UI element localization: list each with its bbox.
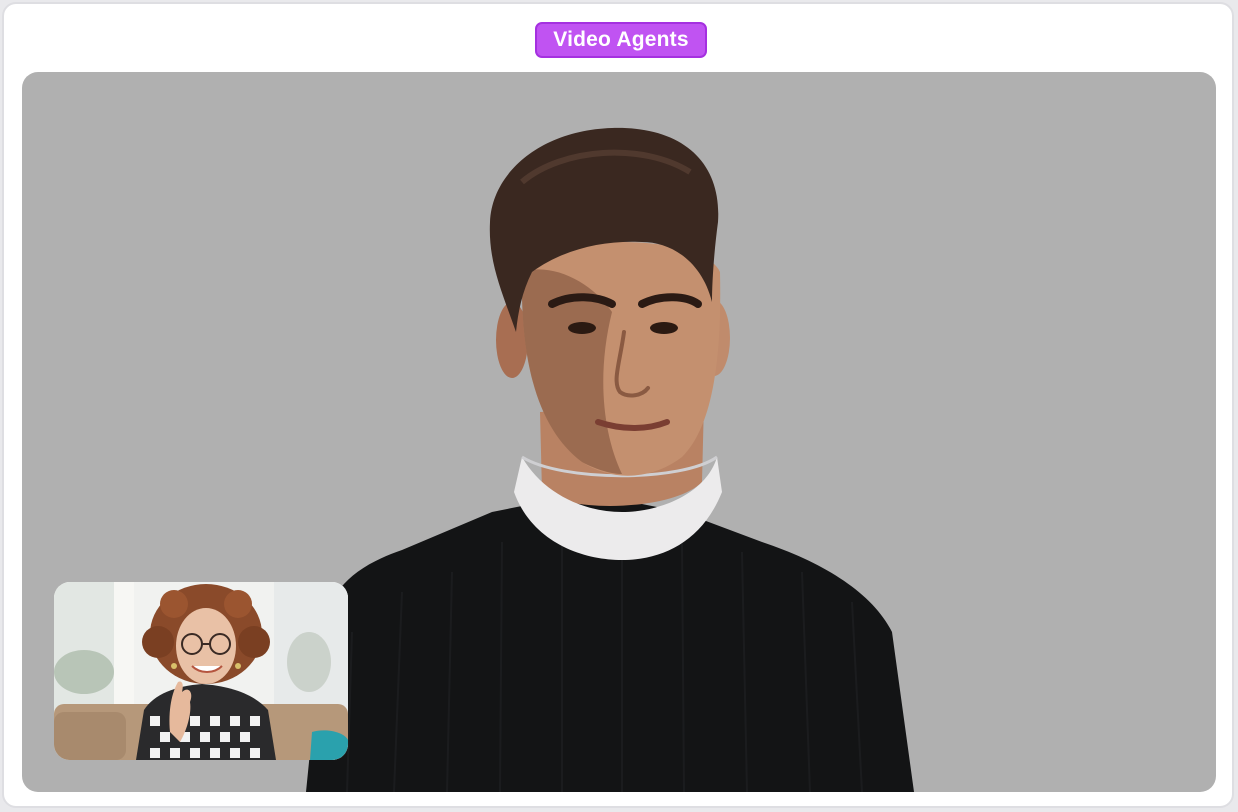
app-card: Video Agents xyxy=(2,2,1234,808)
video-call-stage xyxy=(22,72,1216,792)
user-camera-feed xyxy=(54,582,348,760)
video-agents-badge: Video Agents xyxy=(535,22,707,58)
self-view-thumbnail[interactable] xyxy=(54,582,348,760)
